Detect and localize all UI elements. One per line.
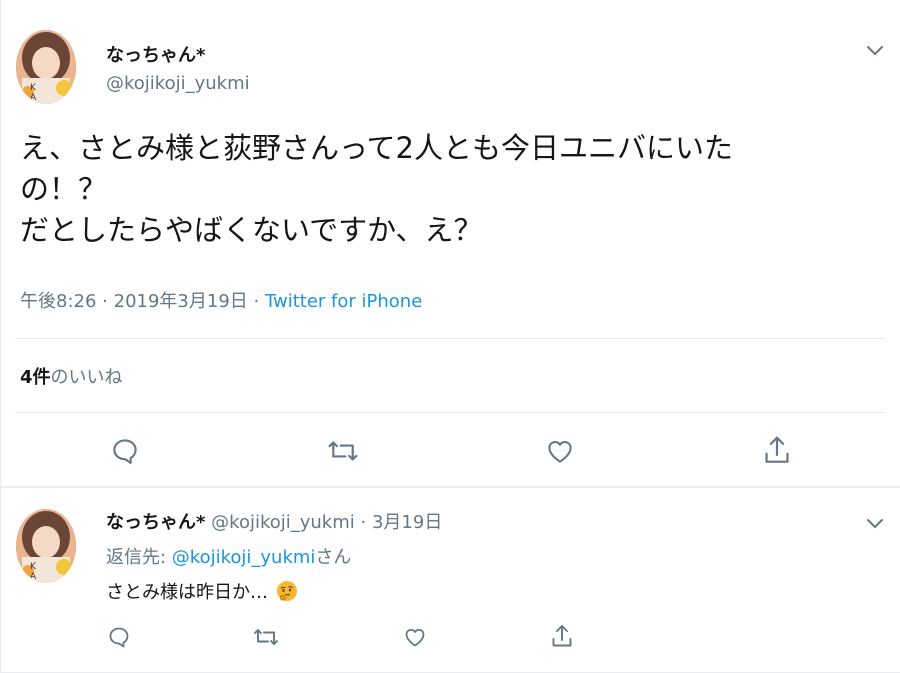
reply-text-content: さとみ様は昨日か… [106, 582, 268, 603]
reply-to-suffix: さん [315, 547, 352, 568]
user-handle[interactable]: @kojikoji_yukmi [106, 73, 250, 94]
avatar[interactable]: K A [16, 509, 76, 583]
thinking-face-icon [276, 580, 298, 602]
heart-icon[interactable] [402, 624, 428, 650]
tweet-text-line: の！？ [20, 172, 108, 206]
reply-to-handle[interactable]: @kojikoji_yukmi [172, 547, 316, 568]
reply-header: なっちゃん* @kojikoji_yukmi · 3月19日 [106, 508, 442, 534]
tweet-text: え、さとみ様と荻野さんって2人とも今日ユニバにいた の！？ だとしたらやばくない… [20, 128, 880, 251]
tweet-text-line: え、さとみ様と荻野さんって2人とも今日ユニバにいた [20, 131, 734, 165]
divider [15, 338, 885, 339]
reply-date[interactable]: 3月19日 [372, 512, 442, 533]
retweet-icon[interactable] [251, 624, 281, 650]
display-name[interactable]: なっちゃん* [106, 512, 205, 533]
separator-dot: · [102, 291, 108, 312]
separator-dot: · [253, 291, 260, 312]
likes-count: 4件 [20, 367, 51, 388]
display-name[interactable]: なっちゃん* [106, 41, 205, 67]
user-handle[interactable]: @kojikoji_yukmi [211, 512, 355, 533]
reply-icon[interactable] [106, 624, 132, 650]
tweet-time[interactable]: 午後8:26 [20, 291, 96, 312]
likes-label: のいいね [50, 367, 123, 388]
tweet-frame [0, 0, 900, 673]
likes-stat[interactable]: 4件のいいね [20, 363, 123, 389]
avatar[interactable]: K A [16, 30, 76, 104]
tweet-date[interactable]: 2019年3月19日 [114, 291, 248, 312]
chevron-down-icon[interactable] [864, 39, 886, 61]
tweet-text-line: だとしたらやばくないですか、え？ [20, 213, 483, 247]
reply-to-prefix: 返信先: [106, 547, 172, 568]
tweet-source[interactable]: Twitter for iPhone [265, 291, 422, 312]
divider [15, 412, 885, 413]
replying-to: 返信先: @kojikoji_yukmiさん [106, 543, 351, 569]
reply-text: さとみ様は昨日か… [106, 578, 298, 604]
chevron-down-icon[interactable] [864, 512, 886, 534]
tweet-metadata: 午後8:26 · 2019年3月19日 · Twitter for iPhone [20, 287, 422, 313]
reply-icon[interactable] [108, 434, 142, 468]
retweet-icon[interactable] [325, 434, 361, 468]
heart-icon[interactable] [543, 434, 577, 468]
share-icon[interactable] [549, 622, 575, 650]
section-separator [0, 486, 900, 488]
share-icon[interactable] [760, 432, 794, 468]
separator-dot: · [360, 512, 367, 533]
